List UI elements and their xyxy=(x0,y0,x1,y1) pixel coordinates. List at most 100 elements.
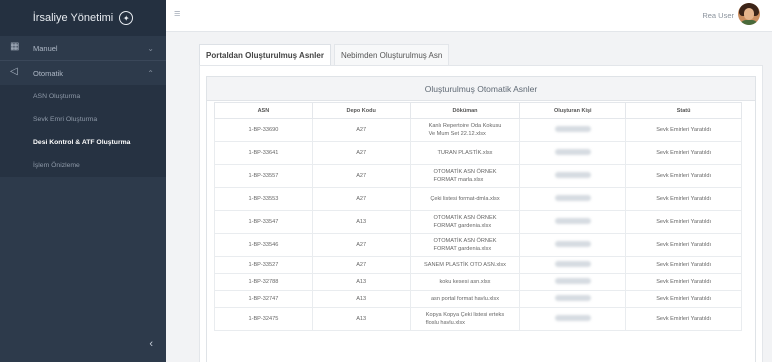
cell-statu: Sevk Emirleri Yaratıldı xyxy=(625,307,742,331)
document-name: asn portal format havlu.xlsx xyxy=(431,295,499,303)
cell-statu: Sevk Emirleri Yaratıldı xyxy=(625,141,742,165)
redacted-user xyxy=(554,148,591,155)
cell-olusturan-kisi xyxy=(519,233,627,257)
avatar[interactable] xyxy=(738,3,760,25)
table-row[interactable]: 1-BP-32747 A13 asn portal format havlu.xls… xyxy=(214,290,742,308)
cell-depo-kodu: A27 xyxy=(311,141,411,165)
panel-title: Oluşturulmuş Otomatik Asnler xyxy=(207,77,755,101)
table-row[interactable]: 1-BP-32788 A13 koku kesesi asn.xlsx Sevk Em… xyxy=(214,273,742,291)
table-row[interactable]: 1-BP-33641 A27 TURAN PLASTİK.xlsx Sevk Emir… xyxy=(214,141,742,165)
document-line-2: FORMAT marla.xlsx xyxy=(433,177,484,183)
cell-depo-kodu: A13 xyxy=(311,290,411,308)
cell-asn: 1-BP-33547 xyxy=(214,210,313,234)
redacted-user xyxy=(554,277,591,284)
cell-dokuman: Kanlı Repertoire Oda Kokusu Ve Mum Set 22… xyxy=(409,118,521,142)
cell-asn: 1-BP-33690 xyxy=(214,118,313,142)
grid-icon: ▦ xyxy=(10,41,20,52)
cell-olusturan-kisi xyxy=(519,164,627,188)
document-line-1: TURAN PLASTİK.xlsx xyxy=(437,150,493,156)
redacted-user xyxy=(554,194,591,201)
cell-statu: Sevk Emirleri Yaratıldı xyxy=(625,164,742,188)
document-line-1: asn portal format havlu.xlsx xyxy=(430,296,500,302)
table-row[interactable]: 1-BP-33690 A27 Kanlı Repertoire Oda Kokusu… xyxy=(214,118,742,142)
table-row[interactable]: 1-BP-33557 A27 OTOMATİK ASN ÖRNEK FORMAT ma… xyxy=(214,164,742,188)
submenu-otomatik: ASN Oluşturma Sevk Emri Oluşturma Desi K… xyxy=(0,85,166,177)
tabs: Portaldan Oluşturulmuş Asnler Nebimden O… xyxy=(199,44,450,66)
cell-olusturan-kisi xyxy=(519,141,627,165)
table-row[interactable]: 1-BP-33547 A13 OTOMATİK ASN ÖRNEK FORMAT ga… xyxy=(214,210,742,234)
document-line-1: SANEM PLASTİK OTO ASN.xlsx xyxy=(424,262,506,268)
redacted-user xyxy=(554,125,591,132)
sidebar-item-desi-kontrol[interactable]: Desi Kontrol & ATF Oluşturma xyxy=(0,131,166,154)
column-header-olusturan-kisi[interactable]: Oluşturan Kişi xyxy=(519,102,627,119)
column-header-depo-kodu[interactable]: Depo Kodu xyxy=(311,102,411,119)
cell-depo-kodu: A27 xyxy=(311,164,411,188)
sidebar-item-manuel[interactable]: ▦ Manuel ⌄ xyxy=(0,36,166,60)
cell-asn: 1-BP-33641 xyxy=(214,141,313,165)
table-row[interactable]: 1-BP-33527 A27 SANEM PLASTİK OTO ASN.xlsx S… xyxy=(214,256,742,274)
document-line-2: floslu havlu.xlsx xyxy=(425,320,465,326)
document-line-1: Kopya Kopya Çeki listesi erteks xyxy=(425,312,505,318)
send-icon: ◁ xyxy=(10,66,18,77)
column-header-asn[interactable]: ASN xyxy=(214,102,313,119)
redacted-user xyxy=(554,217,591,224)
redacted-user xyxy=(554,314,591,321)
cell-dokuman: Kopya Kopya Çeki listesi erteks floslu ha… xyxy=(409,307,521,331)
cell-dokuman: TURAN PLASTİK.xlsx xyxy=(409,141,521,165)
chevron-up-icon: ⌃ xyxy=(147,68,154,78)
cell-dokuman: Çeki listesi format-dmla.xlsx xyxy=(409,187,521,211)
document-line-1: OTOMATİK ASN ÖRNEK xyxy=(433,238,497,244)
cell-olusturan-kisi xyxy=(519,118,627,142)
tab-portaldan[interactable]: Portaldan Oluşturulmuş Asnler xyxy=(199,44,331,66)
cell-dokuman: OTOMATİK ASN ÖRNEK FORMAT gardenia.xlsx xyxy=(409,233,521,257)
sidebar-item-islem-onizleme[interactable]: İşlem Önizleme xyxy=(0,154,166,177)
document-line-1: OTOMATİK ASN ÖRNEK xyxy=(433,215,497,221)
hamburger-menu-icon[interactable]: ≡ xyxy=(174,8,180,20)
user-name[interactable]: Rea User xyxy=(702,11,734,20)
cell-depo-kodu: A27 xyxy=(311,256,411,274)
cell-statu: Sevk Emirleri Yaratıldı xyxy=(625,233,742,257)
cell-olusturan-kisi xyxy=(519,210,627,234)
cell-depo-kodu: A27 xyxy=(311,118,411,142)
document-name: Kopya Kopya Çeki listesi erteks floslu ha… xyxy=(426,311,504,327)
top-header: ≡ Rea User xyxy=(166,0,772,32)
cell-asn: 1-BP-32747 xyxy=(214,290,313,308)
column-header-statu[interactable]: Statü xyxy=(625,102,742,119)
cell-asn: 1-BP-32475 xyxy=(214,307,313,331)
tab-nebimden[interactable]: Nebimden Oluşturulmuş Asn xyxy=(333,44,450,66)
redacted-user xyxy=(554,240,591,247)
cell-dokuman: OTOMATİK ASN ÖRNEK FORMAT marla.xlsx xyxy=(409,164,521,188)
cell-depo-kodu: A27 xyxy=(311,233,411,257)
sidebar-item-asn-olusturma[interactable]: ASN Oluşturma xyxy=(0,85,166,108)
sidebar-item-otomatik[interactable]: ◁ Otomatik ⌃ xyxy=(0,61,166,85)
cell-statu: Sevk Emirleri Yaratıldı xyxy=(625,187,742,211)
cell-asn: 1-BP-33546 xyxy=(214,233,313,257)
document-line-2: FORMAT gardenia.xlsx xyxy=(433,246,492,252)
table-row[interactable]: 1-BP-33553 A27 Çeki listesi format-dmla.xl… xyxy=(214,187,742,211)
document-name: OTOMATİK ASN ÖRNEK FORMAT gardenia.xlsx xyxy=(434,214,497,230)
cell-dokuman: OTOMATİK ASN ÖRNEK FORMAT gardenia.xlsx xyxy=(409,210,521,234)
cell-olusturan-kisi xyxy=(519,256,627,274)
brand-title: İrsaliye Yönetimi xyxy=(32,12,114,24)
document-name: Kanlı Repertoire Oda Kokusu Ve Mum Set 22… xyxy=(429,122,502,138)
document-name: TURAN PLASTİK.xlsx xyxy=(437,149,492,157)
cell-asn: 1-BP-33557 xyxy=(214,164,313,188)
asn-table: ASN Depo Kodu Döküman Oluşturan Kişi Sta… xyxy=(214,102,742,331)
cell-asn: 1-BP-33527 xyxy=(214,256,313,274)
cell-statu: Sevk Emirleri Yaratıldı xyxy=(625,118,742,142)
asn-card: Oluşturulmuş Otomatik Asnler ASN Depo Ko… xyxy=(199,65,763,362)
column-header-dokuman[interactable]: Döküman xyxy=(409,102,521,119)
table-row[interactable]: 1-BP-32475 A13 Kopya Kopya Çeki listesi er… xyxy=(214,307,742,331)
sidebar-item-sevk-emri[interactable]: Sevk Emri Oluşturma xyxy=(0,108,166,131)
cell-depo-kodu: A13 xyxy=(311,210,411,234)
document-name: OTOMATİK ASN ÖRNEK FORMAT marla.xlsx xyxy=(434,168,497,184)
cell-statu: Sevk Emirleri Yaratıldı xyxy=(625,256,742,274)
document-line-2: FORMAT gardenia.xlsx xyxy=(433,223,492,229)
cell-dokuman: SANEM PLASTİK OTO ASN.xlsx xyxy=(409,256,521,274)
table-row[interactable]: 1-BP-33546 A27 OTOMATİK ASN ÖRNEK FORMAT ga… xyxy=(214,233,742,257)
collapse-sidebar-icon[interactable]: ‹ xyxy=(149,338,153,350)
brand: İrsaliye Yönetimi ✦ xyxy=(0,0,166,36)
cell-dokuman: koku kesesi asn.xlsx xyxy=(409,273,521,291)
sidebar-item-label: Otomatik xyxy=(33,68,64,78)
document-line-2: Ve Mum Set 22.12.xlsx xyxy=(428,131,486,137)
